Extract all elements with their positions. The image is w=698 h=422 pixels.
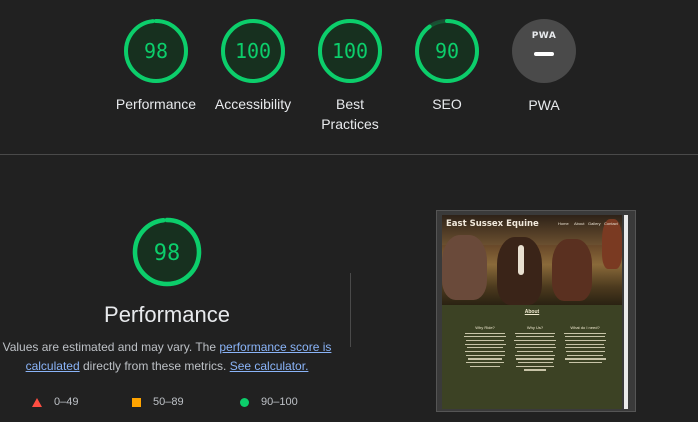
pwa-dash bbox=[534, 52, 554, 56]
gauge-pwa[interactable]: PWA PWA bbox=[489, 17, 599, 115]
screenshot-nav-item: Gallery bbox=[588, 221, 601, 226]
screenshot-content: About Why Ride? Why Us? What do I need? bbox=[442, 305, 622, 409]
horse-image bbox=[602, 219, 622, 269]
seo-score-ring: 90 bbox=[415, 19, 479, 83]
gauge-performance[interactable]: 98 Performance bbox=[101, 17, 211, 114]
pass-circle-icon bbox=[240, 397, 249, 407]
section-divider bbox=[0, 154, 698, 155]
score-legend: 0–49 50–89 90–100 bbox=[0, 396, 334, 412]
performance-description: Values are estimated and may vary. The p… bbox=[0, 338, 334, 375]
performance-score-ring: 98 bbox=[124, 19, 188, 83]
screenshot-column-heading: Why Ride? bbox=[475, 325, 495, 330]
screenshot-column: What do I need? bbox=[562, 325, 608, 364]
performance-label: Performance bbox=[115, 96, 197, 112]
legend-pass-range: 90–100 bbox=[261, 396, 298, 408]
best-practices-label: Best Practices bbox=[321, 96, 379, 132]
pwa-badge-icon: PWA bbox=[512, 19, 576, 83]
accessibility-label: Accessibility bbox=[214, 96, 292, 112]
screenshot-nav-item: Home bbox=[558, 221, 569, 226]
screenshot-column-heading: What do I need? bbox=[570, 325, 600, 330]
accessibility-score: 100 bbox=[235, 39, 271, 63]
legend-fail-range: 0–49 bbox=[54, 396, 79, 408]
pwa-label: PWA bbox=[528, 97, 560, 113]
performance-main-score: 98 bbox=[154, 241, 181, 266]
horse-image bbox=[552, 239, 592, 301]
best-practices-score: 100 bbox=[332, 39, 368, 63]
screenshot-column: Why Us? bbox=[512, 325, 558, 371]
gauge-seo[interactable]: 90 SEO bbox=[392, 17, 502, 114]
performance-title: Performance bbox=[104, 302, 230, 327]
performance-main-gauge: 98 bbox=[132, 217, 202, 287]
screenshot-site-title: East Sussex Equine bbox=[446, 219, 539, 229]
gauge-accessibility[interactable]: 100 Accessibility bbox=[198, 17, 308, 114]
vertical-separator bbox=[350, 273, 351, 347]
performance-score: 98 bbox=[144, 39, 168, 63]
pwa-badge-text: PWA bbox=[531, 31, 557, 41]
category-gauges: 98 Performance 100 Accessibility 100 Bes… bbox=[0, 0, 698, 155]
best-practices-score-ring: 100 bbox=[318, 19, 382, 83]
seo-label: SEO bbox=[432, 96, 462, 112]
screenshot-column-heading: Why Us? bbox=[526, 325, 544, 330]
screenshot-column: Why Ride? bbox=[462, 325, 508, 367]
screenshot-scrollbar bbox=[624, 215, 628, 409]
see-calculator-link[interactable]: See calculator. bbox=[230, 359, 309, 373]
screenshot-nav-item: Contact bbox=[604, 221, 618, 226]
final-screenshot-thumbnail[interactable]: East Sussex Equine Home About Gallery Co… bbox=[436, 210, 636, 412]
horse-image bbox=[442, 235, 487, 300]
desc-middle: directly from these metrics. bbox=[79, 358, 230, 373]
legend-fail: 0–49 bbox=[32, 396, 78, 408]
legend-pass: 90–100 bbox=[240, 396, 298, 408]
desc-prefix: Values are estimated and may vary. The bbox=[2, 340, 220, 354]
screenshot-about-heading: About bbox=[524, 309, 540, 315]
legend-average-range: 50–89 bbox=[153, 396, 184, 408]
screenshot-nav-item: About bbox=[574, 221, 585, 226]
screenshot-hero-image: East Sussex Equine Home About Gallery Co… bbox=[442, 215, 622, 305]
seo-score: 90 bbox=[435, 39, 459, 63]
average-square-icon bbox=[132, 397, 141, 407]
accessibility-score-ring: 100 bbox=[221, 19, 285, 83]
gauge-best-practices[interactable]: 100 Best Practices bbox=[295, 17, 405, 134]
fail-triangle-icon bbox=[32, 397, 42, 407]
legend-average: 50–89 bbox=[132, 396, 184, 408]
